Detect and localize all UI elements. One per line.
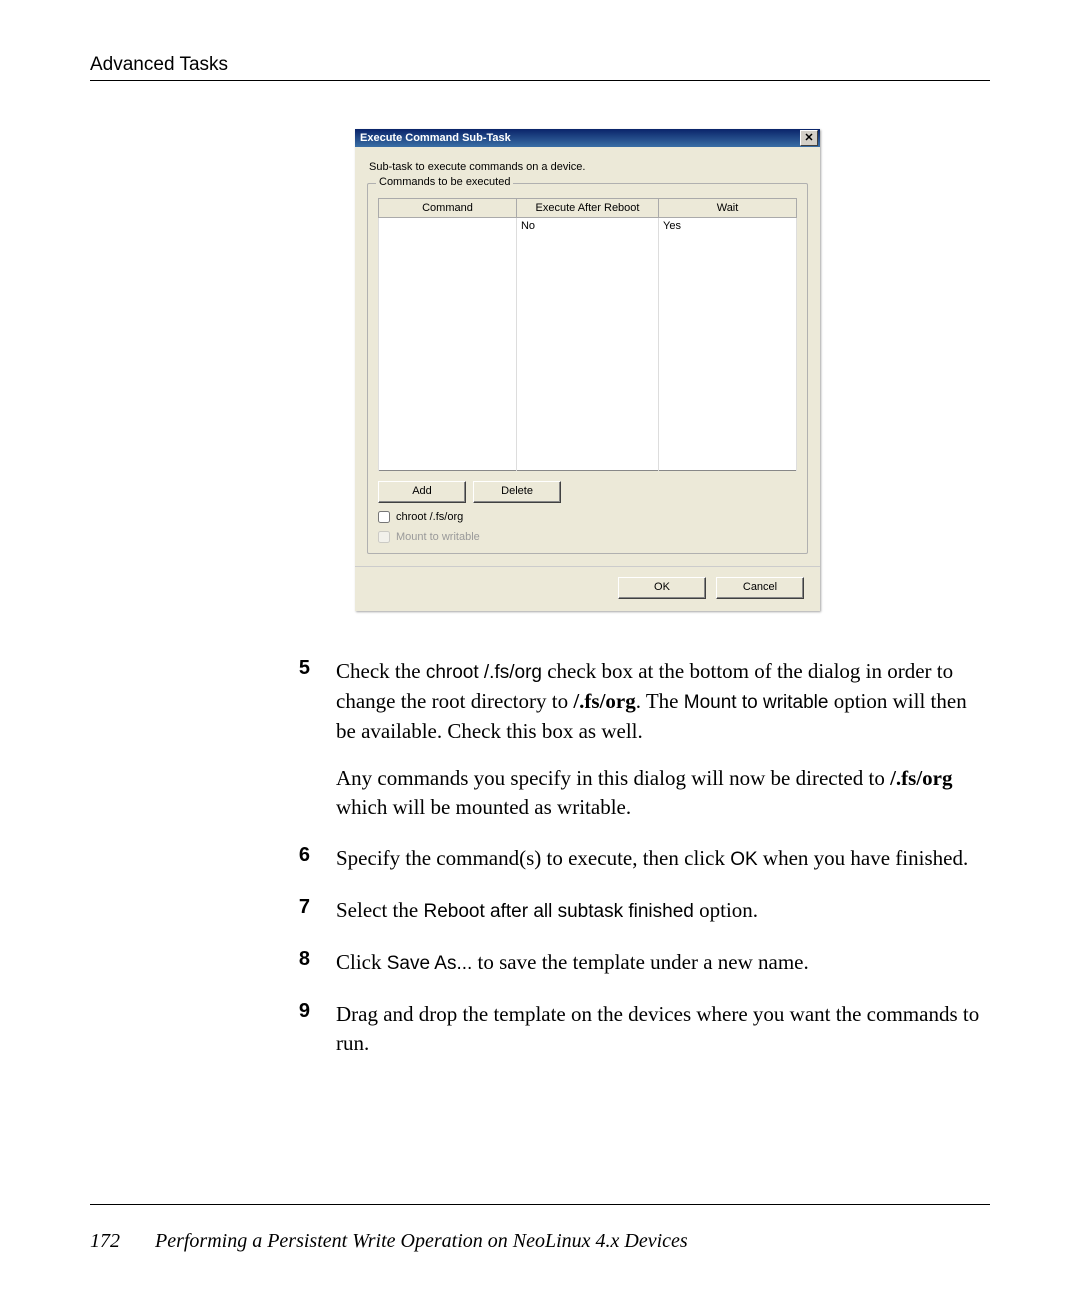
col-execute-after-reboot[interactable]: Execute After Reboot [516,199,658,218]
col-wait[interactable]: Wait [659,199,797,218]
step-6: 6 Specify the command(s) to execute, the… [290,844,990,874]
dialog-titlebar: Execute Command Sub-Task ✕ [355,129,820,147]
page-footer: 172 Performing a Persistent Write Operat… [90,1230,688,1253]
bottom-rule [90,1204,990,1205]
step-list: 5 Check the chroot /.fs/org check box at… [290,657,990,1058]
text: which will be mounted as writable. [336,795,631,819]
text: Select the [336,898,423,922]
col-command[interactable]: Command [379,199,517,218]
step-7: 7 Select the Reboot after all subtask fi… [290,896,990,926]
commands-table: Command Execute After Reboot Wait No Yes [378,198,797,471]
chroot-checkbox[interactable]: chroot /.fs/org [378,511,797,523]
text: Specify the command(s) to execute, then … [336,846,730,870]
groupbox-legend: Commands to be executed [376,176,513,188]
text: option. [694,898,758,922]
dialog-title: Execute Command Sub-Task [360,132,511,144]
code-text: Mount to writable [684,692,829,713]
page-number: 172 [90,1230,150,1253]
code-text: chroot /.fs/org [426,662,542,683]
chroot-checkbox-label: chroot /.fs/org [396,511,463,523]
cell-command[interactable] [379,218,517,235]
code-text: OK [730,849,757,870]
dialog-figure: Execute Command Sub-Task ✕ Sub-task to e… [355,129,820,611]
step-number: 5 [290,657,310,822]
bold-text: /.fs/org [890,766,952,790]
text: Any commands you specify in this dialog … [336,766,890,790]
table-row[interactable]: No Yes [379,218,797,235]
ok-button[interactable]: OK [618,577,706,599]
step-number: 9 [290,1000,310,1058]
text: Check the [336,659,426,683]
step-9: 9 Drag and drop the template on the devi… [290,1000,990,1058]
cell-reboot[interactable]: No [516,218,658,235]
mount-writable-checkbox-label: Mount to writable [396,531,480,543]
step-number: 7 [290,896,310,926]
cancel-button[interactable]: Cancel [716,577,804,599]
delete-button[interactable]: Delete [473,481,561,503]
add-button[interactable]: Add [378,481,466,503]
footer-title: Performing a Persistent Write Operation … [155,1230,688,1252]
dialog-window: Execute Command Sub-Task ✕ Sub-task to e… [355,129,820,611]
code-text: Save As... [387,953,473,974]
dialog-description: Sub-task to execute commands on a device… [369,161,808,173]
text: when you have finished. [758,846,969,870]
text: to save the template under a new name. [472,950,808,974]
text: . The [636,689,684,713]
close-icon[interactable]: ✕ [800,130,818,146]
step-8: 8 Click Save As... to save the template … [290,948,990,978]
step-5: 5 Check the chroot /.fs/org check box at… [290,657,990,822]
running-head: Advanced Tasks [90,54,990,76]
cell-wait[interactable]: Yes [659,218,797,235]
step-number: 6 [290,844,310,874]
step-number: 8 [290,948,310,978]
text: Click [336,950,387,974]
mount-writable-checkbox: Mount to writable [378,531,797,543]
text: Drag and drop the template on the device… [336,1000,990,1058]
mount-writable-checkbox-box [378,531,390,543]
code-text: Reboot after all subtask finished [423,901,693,922]
top-rule [90,80,990,81]
chroot-checkbox-box[interactable] [378,511,390,523]
commands-groupbox: Commands to be executed Command Execute … [367,183,808,554]
bold-text: /.fs/org [573,689,635,713]
